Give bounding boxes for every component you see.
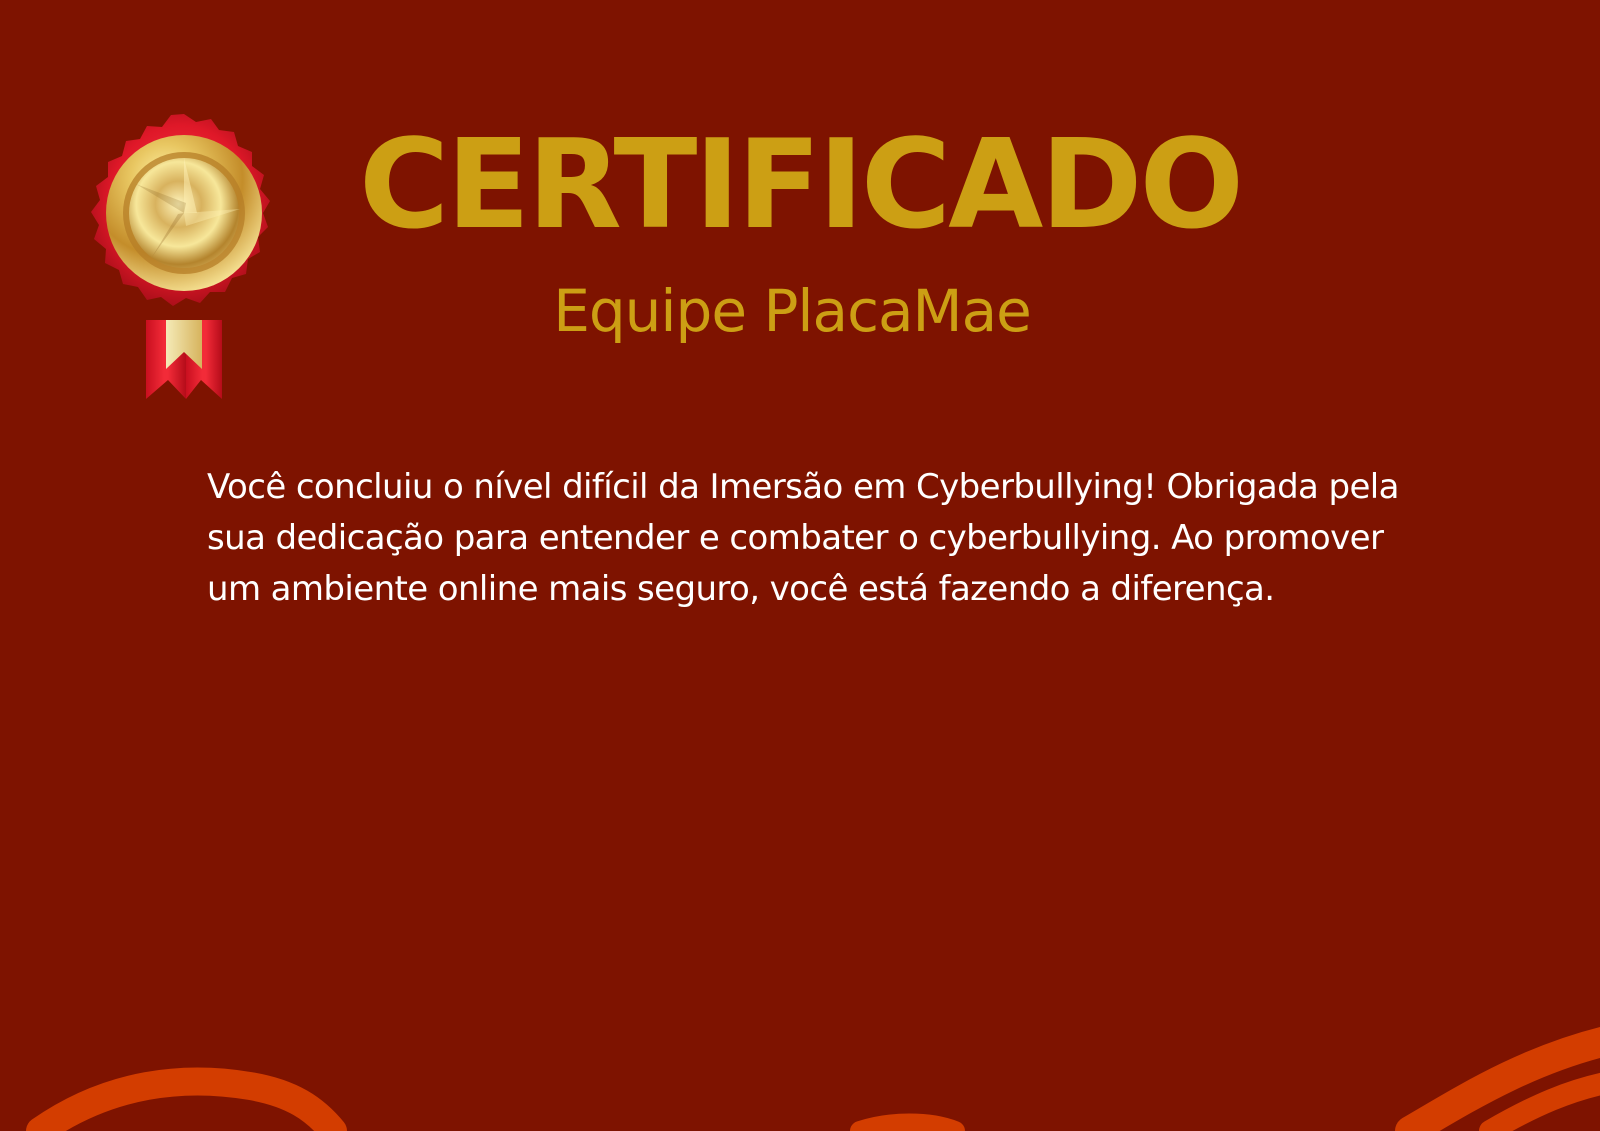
completion-message: Você concluiu o nível difícil da Imersão… (207, 467, 1399, 609)
certificate: CERTIFICADO Equipe PlacaMae Você conclui… (0, 0, 1600, 1131)
team-name: Equipe PlacaMae (553, 277, 1032, 345)
certificate-title-text: CERTIFICADO (358, 113, 1244, 257)
gold-medal-rosette-icon (91, 114, 270, 399)
certificate-title: CERTIFICADO (359, 120, 1244, 250)
orange-wave-decoration (26, 1027, 1600, 1131)
